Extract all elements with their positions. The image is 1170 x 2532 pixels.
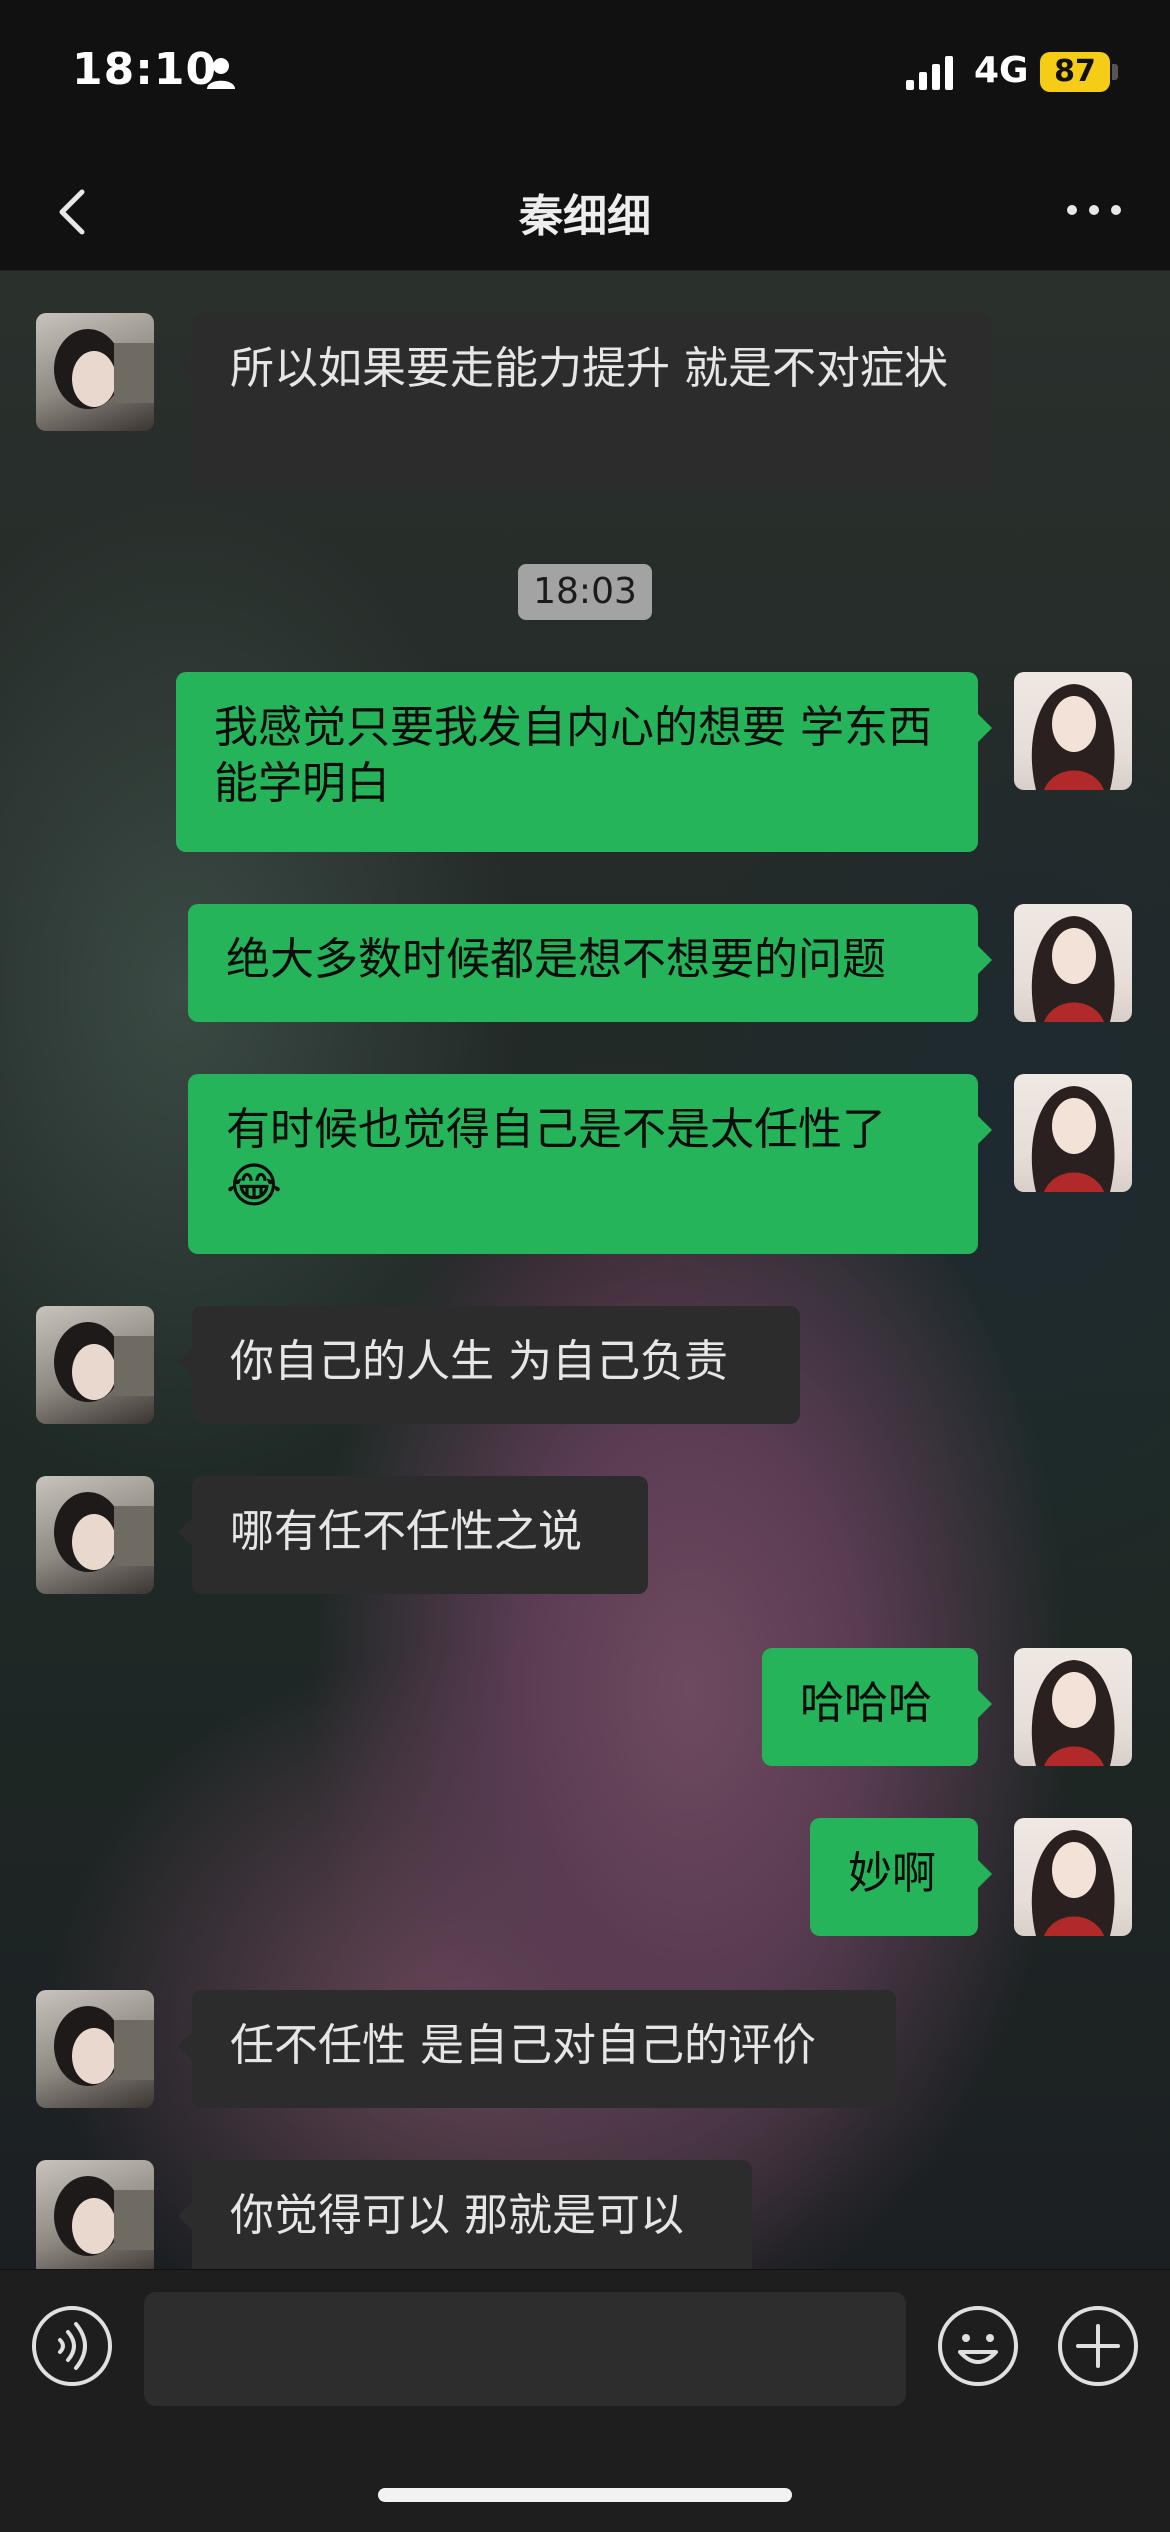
message-text: 有时候也觉得自己是不是太任性了: [226, 1104, 886, 1155]
avatar-friend[interactable]: [36, 313, 154, 431]
voice-icon[interactable]: [30, 2304, 114, 2388]
message-bubble-outgoing[interactable]: 哈哈哈: [762, 1648, 992, 1766]
avatar-friend[interactable]: [36, 2160, 154, 2269]
home-indicator[interactable]: [378, 2488, 792, 2502]
message-bubble-outgoing[interactable]: 我感觉只要我发自内心的想要 学东西能学明白: [176, 672, 992, 852]
avatar-me[interactable]: [1014, 1818, 1132, 1936]
person-icon: [207, 58, 235, 89]
message-bubble-outgoing[interactable]: 有时候也觉得自己是不是太任性了 😂: [188, 1074, 992, 1254]
avatar-friend[interactable]: [36, 1990, 154, 2108]
message-text: 你自己的人生 为自己负责: [230, 1336, 728, 1387]
message-bubble-incoming[interactable]: 所以如果要走能力提升 就是不对症状: [178, 313, 992, 493]
message-bubble-incoming[interactable]: 任不任性 是自己对自己的评价: [178, 1990, 896, 2108]
avatar-friend[interactable]: [36, 1306, 154, 1424]
avatar-me[interactable]: [1014, 1074, 1132, 1192]
avatar-friend-image: [54, 1492, 154, 1572]
chat-header: 秦细细: [0, 150, 1170, 271]
message-text: 你觉得可以 那就是可以: [230, 2190, 684, 2241]
avatar-me-image: [1031, 684, 1115, 790]
message-input[interactable]: [144, 2292, 906, 2406]
message-text: 所以如果要走能力提升 就是不对症状: [230, 343, 948, 394]
plus-icon[interactable]: [1056, 2304, 1140, 2388]
avatar-friend-image: [54, 2006, 154, 2086]
ellipsis-icon[interactable]: [1058, 182, 1130, 238]
battery-tip: [1112, 64, 1118, 80]
battery-indicator: 87: [1040, 52, 1110, 92]
avatar-me-image: [1031, 916, 1115, 1022]
chat-messages[interactable]: 所以如果要走能力提升 就是不对症状 18:03 我感觉只要我发自内心的想要 学东…: [0, 271, 1170, 2269]
message-text: 绝大多数时候都是想不想要的问题: [226, 934, 886, 985]
network-type: 4G: [974, 50, 1029, 91]
avatar-me-image: [1031, 1086, 1115, 1192]
message-text: 哈哈哈: [800, 1678, 932, 1729]
message-text: 任不任性 是自己对自己的评价: [230, 2020, 816, 2071]
avatar-me[interactable]: [1014, 1648, 1132, 1766]
avatar-friend-image: [54, 329, 154, 409]
status-time: 18:10: [72, 44, 218, 95]
message-text: 妙啊: [848, 1848, 936, 1899]
signal-icon: [906, 56, 953, 90]
chat-title: 秦细细: [519, 191, 651, 242]
message-bubble-incoming[interactable]: 你觉得可以 那就是可以: [178, 2160, 752, 2269]
avatar-friend-image: [54, 1322, 154, 1402]
message-text: 我感觉只要我发自内心的想要 学东西能学明白: [214, 702, 932, 809]
message-bubble-outgoing[interactable]: 妙啊: [810, 1818, 992, 1936]
status-bar: 18:10 4G 87: [0, 0, 1170, 150]
emoji-laugh-cry: 😂: [226, 1158, 283, 1214]
message-bubble-incoming[interactable]: 你自己的人生 为自己负责: [178, 1306, 800, 1424]
emoji-icon[interactable]: [936, 2304, 1020, 2388]
message-timestamp: 18:03: [518, 564, 652, 620]
avatar-me[interactable]: [1014, 904, 1132, 1022]
avatar-me[interactable]: [1014, 672, 1132, 790]
message-bubble-incoming[interactable]: 哪有任不任性之说: [178, 1476, 648, 1594]
avatar-friend-image: [54, 2176, 154, 2256]
message-text: 哪有任不任性之说: [230, 1506, 582, 1557]
message-bubble-outgoing[interactable]: 绝大多数时候都是想不想要的问题: [188, 904, 992, 1022]
avatar-friend[interactable]: [36, 1476, 154, 1594]
avatar-me-image: [1031, 1830, 1115, 1936]
avatar-me-image: [1031, 1660, 1115, 1766]
